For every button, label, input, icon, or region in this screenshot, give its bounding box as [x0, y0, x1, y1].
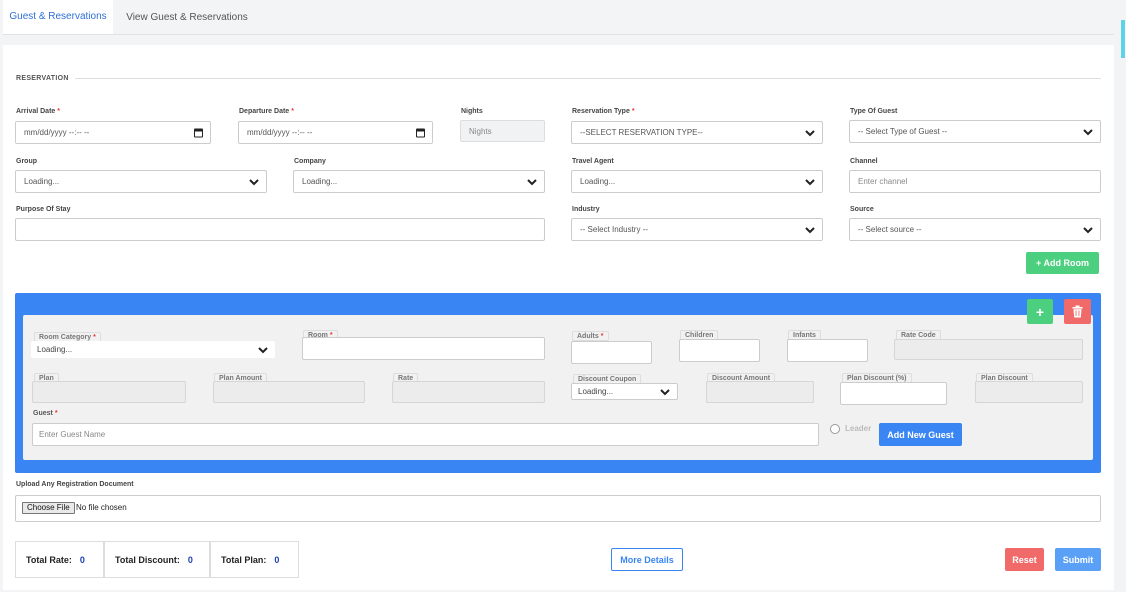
room-input[interactable]: [302, 337, 545, 360]
type-of-guest-label: Type Of Guest: [850, 108, 898, 115]
purpose-of-stay-input[interactable]: [15, 218, 545, 241]
chevron-down-icon: [805, 129, 815, 136]
section-divider: [75, 78, 1101, 79]
leader-radio[interactable]: [830, 424, 840, 434]
channel-input[interactable]: Enter channel: [849, 170, 1101, 193]
tab-label: Guest & Reservations: [9, 10, 107, 22]
total-plan-box: Total Plan: 0: [210, 541, 299, 578]
arrival-date-label: Arrival Date *: [16, 108, 61, 115]
source-label: Source: [850, 206, 874, 213]
add-new-guest-button[interactable]: Add New Guest: [879, 423, 962, 446]
chevron-down-icon: [1083, 226, 1093, 233]
chevron-down-icon: [258, 346, 268, 353]
add-room-button[interactable]: + Add Room: [1026, 252, 1099, 274]
upload-field[interactable]: [15, 495, 1101, 522]
scroll-indicator[interactable]: [1121, 20, 1125, 58]
total-rate-value: 0: [79, 554, 85, 565]
calendar-icon[interactable]: [416, 128, 425, 137]
discount-coupon-select[interactable]: Loading...: [571, 383, 678, 400]
submit-button[interactable]: Submit: [1055, 548, 1101, 571]
industry-select[interactable]: -- Select Industry --: [571, 218, 823, 241]
industry-label: Industry: [572, 206, 600, 213]
total-rate-box: Total Rate: 0: [15, 541, 104, 578]
reservation-type-label: Reservation Type *: [572, 108, 635, 115]
plan-discount-pct-input[interactable]: [840, 382, 947, 405]
plan-discount-input[interactable]: [975, 381, 1083, 403]
section-title: RESERVATION: [16, 75, 69, 82]
chevron-down-icon: [660, 388, 670, 395]
guest-name-input[interactable]: Enter Guest Name: [32, 423, 819, 446]
plan-amount-input[interactable]: [213, 381, 365, 403]
company-select[interactable]: Loading...: [293, 170, 545, 193]
total-discount-value: 0: [187, 554, 193, 565]
upload-status: No file chosen: [76, 503, 127, 512]
upload-label: Upload Any Registration Document: [16, 481, 134, 488]
travel-agent-select[interactable]: Loading...: [571, 170, 823, 193]
chevron-down-icon: [805, 226, 815, 233]
nights-input[interactable]: Nights: [460, 120, 545, 142]
chevron-down-icon: [527, 178, 537, 185]
rate-code-input[interactable]: [894, 339, 1083, 360]
adults-label: Adults *: [572, 331, 609, 341]
room-category-select[interactable]: Loading...: [31, 341, 275, 358]
source-select[interactable]: -- Select source --: [849, 218, 1101, 241]
nights-label: Nights: [461, 108, 483, 115]
adults-input[interactable]: [571, 341, 652, 364]
tab-divider: [3, 34, 1114, 35]
infants-input[interactable]: [787, 339, 868, 362]
departure-date-input[interactable]: mm/dd/yyyy --:-- --: [238, 121, 433, 144]
leader-label: Leader: [845, 424, 872, 433]
children-input[interactable]: [679, 339, 760, 362]
delete-room-button[interactable]: [1064, 299, 1091, 324]
purpose-of-stay-label: Purpose Of Stay: [16, 206, 71, 213]
group-label: Group: [16, 158, 37, 165]
choose-file-button[interactable]: Choose File: [22, 502, 75, 514]
travel-agent-label: Travel Agent: [572, 158, 614, 165]
total-plan-value: 0: [274, 554, 280, 565]
arrival-date-input[interactable]: mm/dd/yyyy --:-- --: [15, 121, 211, 144]
reset-button[interactable]: Reset: [1005, 548, 1044, 571]
tab-view-guest-reservations[interactable]: View Guest & Reservations: [122, 0, 252, 34]
channel-label: Channel: [850, 158, 878, 165]
chevron-down-icon: [249, 178, 259, 185]
discount-amount-input[interactable]: [706, 381, 814, 403]
guest-label: Guest *: [33, 410, 58, 417]
add-room-row-button[interactable]: +: [1027, 299, 1053, 324]
calendar-icon[interactable]: [194, 128, 203, 137]
tab-label: View Guest & Reservations: [126, 11, 248, 23]
rate-input[interactable]: [392, 381, 545, 403]
trash-icon: [1072, 305, 1083, 318]
tab-guest-reservations[interactable]: Guest & Reservations: [3, 0, 113, 34]
reservation-type-select[interactable]: --SELECT RESERVATION TYPE--: [571, 121, 823, 144]
company-label: Company: [294, 158, 326, 165]
chevron-down-icon: [1083, 128, 1093, 135]
plan-input[interactable]: [32, 381, 186, 403]
chevron-down-icon: [805, 178, 815, 185]
departure-date-label: Departure Date *: [239, 108, 294, 115]
total-discount-box: Total Discount: 0: [104, 541, 210, 578]
group-select[interactable]: Loading...: [15, 170, 267, 193]
more-details-button[interactable]: More Details: [611, 548, 683, 571]
type-of-guest-select[interactable]: -- Select Type of Guest --: [849, 120, 1101, 143]
